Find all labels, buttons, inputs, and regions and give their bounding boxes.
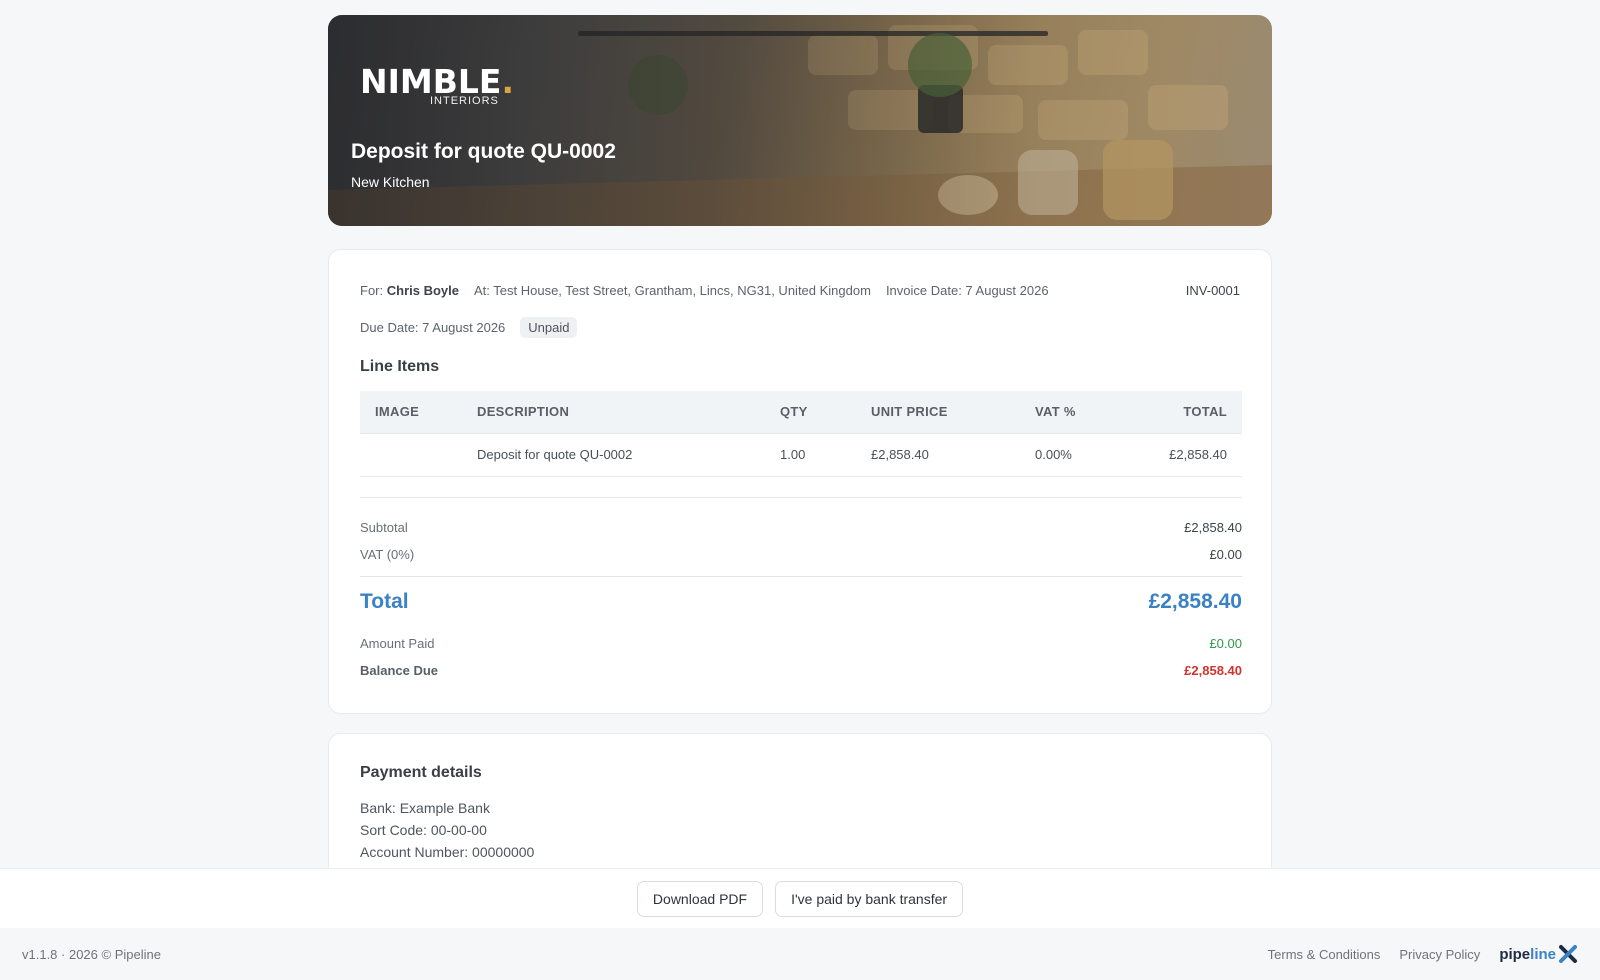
bank-name: Bank: Example Bank [360, 800, 490, 816]
summary-divider [360, 497, 1242, 498]
customer: For: Chris Boyle [360, 283, 459, 298]
amount-paid-value: £0.00 [1209, 636, 1242, 651]
paid-by-bank-transfer-button[interactable]: I've paid by bank transfer [775, 880, 964, 917]
table-row: Deposit for quote QU-0002 1.00 £2,858.40… [360, 433, 1242, 477]
pipeline-x-icon [1559, 945, 1577, 963]
terms-link[interactable]: Terms & Conditions [1268, 947, 1381, 962]
col-vat: VAT % [1035, 391, 1155, 434]
footer: v1.1.8 · 2026 © Pipeline Terms & Conditi… [0, 928, 1600, 980]
invoice-title: Deposit for quote QU-0002 [351, 140, 616, 163]
account-number: Account Number: 00000000 [360, 844, 535, 860]
hero-banner: NIMBLE. INTERIORS Deposit for quote QU-0… [328, 15, 1272, 226]
invoice-number: INV-0001 [1185, 283, 1240, 298]
line-items-title: Line Items [360, 358, 440, 375]
privacy-link[interactable]: Privacy Policy [1399, 947, 1480, 962]
total-divider [360, 576, 1242, 577]
logo-wordmark: NIMBLE [360, 62, 502, 101]
invoice-card: For: Chris Boyle At: Test House, Test St… [328, 249, 1272, 714]
table-header-row: IMAGE DESCRIPTION QTY UNIT PRICE VAT % T… [360, 391, 1242, 434]
col-image: IMAGE [360, 391, 477, 434]
item-total: £2,858.40 [1155, 433, 1242, 477]
vat-row: VAT (0%) £0.00 [360, 547, 1242, 562]
due-date: Due Date: 7 August 2026 [360, 320, 506, 335]
vat-value: £0.00 [1209, 547, 1242, 562]
payment-details-title: Payment details [360, 764, 482, 781]
invoice-meta: For: Chris Boyle At: Test House, Test St… [360, 283, 1240, 298]
total-row: Total £2,858.40 [360, 590, 1242, 613]
project-name: New Kitchen [351, 174, 430, 190]
download-pdf-button[interactable]: Download PDF [636, 880, 764, 917]
company-logo: NIMBLE. INTERIORS [360, 62, 515, 107]
balance-due-row: Balance Due £2,858.40 [360, 663, 1242, 678]
item-description: Deposit for quote QU-0002 [477, 433, 780, 477]
col-description: DESCRIPTION [477, 391, 780, 434]
col-unit-price: UNIT PRICE [871, 391, 1035, 434]
action-bar: Download PDF I've paid by bank transfer [0, 868, 1600, 928]
version-text: v1.1.8 · 2026 © Pipeline [22, 946, 161, 962]
subtotal-row: Subtotal £2,858.40 [360, 520, 1242, 535]
status-badge: Unpaid [520, 317, 578, 338]
item-qty: 1.00 [780, 433, 871, 477]
line-items-table: IMAGE DESCRIPTION QTY UNIT PRICE VAT % T… [360, 391, 1242, 477]
sort-code: Sort Code: 00-00-00 [360, 822, 487, 838]
invoice-due-row: Due Date: 7 August 2026 Unpaid [360, 317, 578, 338]
col-total: TOTAL [1155, 391, 1242, 434]
subtotal-value: £2,858.40 [1184, 520, 1242, 535]
total-value: £2,858.40 [1148, 590, 1242, 613]
item-vat: 0.00% [1035, 433, 1155, 477]
customer-name: Chris Boyle [386, 283, 459, 298]
balance-due-value: £2,858.40 [1184, 663, 1242, 678]
customer-address: At: Test House, Test Street, Grantham, L… [474, 283, 871, 298]
item-unit-price: £2,858.40 [871, 433, 1035, 477]
pipeline-logo[interactable]: pipe line [1499, 944, 1578, 964]
item-image [360, 433, 477, 477]
amount-paid-row: Amount Paid £0.00 [360, 636, 1242, 651]
col-qty: QTY [780, 391, 871, 434]
invoice-date: Invoice Date: 7 August 2026 [885, 283, 1049, 298]
